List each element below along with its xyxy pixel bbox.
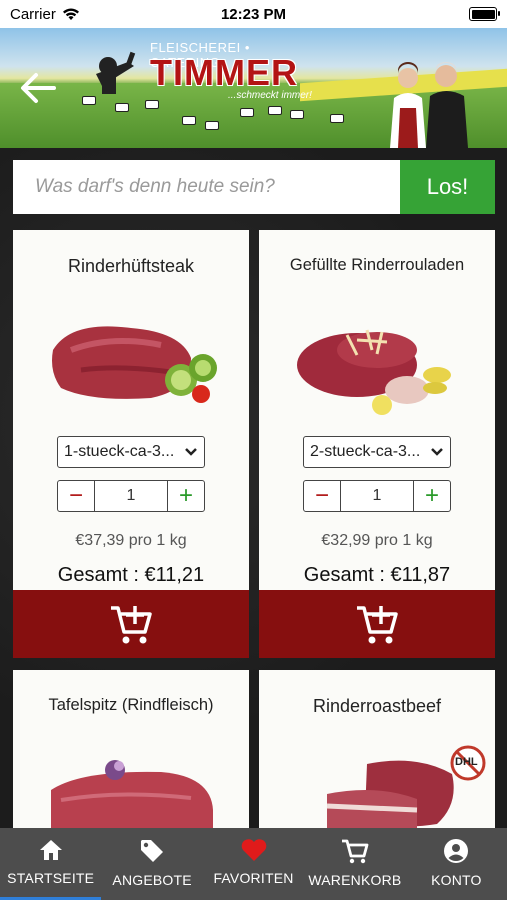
heart-icon <box>241 839 266 861</box>
product-card[interactable]: Tafelspitz (Rindfleisch) <box>13 670 249 828</box>
increase-quantity-button[interactable]: + <box>167 481 204 511</box>
quantity-stepper[interactable]: − 1 + <box>57 480 205 512</box>
logo-tagline: ...schmeckt immer! <box>228 90 312 101</box>
tab-label: STARTSEITE <box>7 870 95 886</box>
product-card[interactable]: Rinderroastbeef DHL <box>259 670 495 828</box>
cart-icon <box>341 839 369 864</box>
tab-angebote[interactable]: ANGEBOTE <box>101 828 202 900</box>
product-title: Rinderroastbeef <box>312 696 442 716</box>
search-bar: Los! <box>13 160 495 214</box>
home-icon <box>39 840 62 860</box>
tag-icon <box>141 840 164 862</box>
add-to-cart-icon <box>111 606 152 644</box>
product-title: Rinderhüftsteak <box>67 256 195 276</box>
add-to-cart-button[interactable] <box>259 590 495 658</box>
tab-bar: STARTSEITE ANGEBOTE FAVORITEN WARENKORB … <box>0 828 507 900</box>
tab-startseite[interactable]: STARTSEITE <box>0 828 102 900</box>
header-banner: FLEISCHEREI • CATERING TIMMER ...schmeck… <box>0 28 507 148</box>
product-card[interactable]: Gefüllte Rinderrouladen 2-stueck-ca-3...… <box>259 230 495 658</box>
total-price: Gesamt : €11,87 <box>303 564 451 586</box>
wifi-icon <box>62 8 79 20</box>
decrease-quantity-button[interactable]: − <box>304 481 341 511</box>
variant-select[interactable]: 2-stueck-ca-3... <box>303 436 451 468</box>
tab-label: ANGEBOTE <box>112 872 192 888</box>
owners-photo <box>390 62 468 148</box>
product-image <box>326 760 454 828</box>
battery-icon <box>469 7 500 21</box>
unit-price: €32,99 pro 1 kg <box>321 532 433 549</box>
tab-label: FAVORITEN <box>213 870 294 886</box>
logo-brand-name: TIMMER <box>150 52 298 93</box>
decrease-quantity-button[interactable]: − <box>58 481 95 511</box>
cow-figure <box>330 114 344 123</box>
back-arrow-icon[interactable] <box>18 68 58 108</box>
increase-quantity-button[interactable]: + <box>413 481 450 511</box>
add-to-cart-icon <box>357 606 398 644</box>
product-image <box>51 760 213 828</box>
tab-label: KONTO <box>431 872 482 888</box>
carrier-label: Carrier <box>10 5 56 23</box>
chevron-down-icon <box>431 448 443 456</box>
tab-warenkorb[interactable]: WARENKORB <box>304 828 405 900</box>
variant-select[interactable]: 1-stueck-ca-3... <box>57 436 205 468</box>
variant-select-value: 2-stueck-ca-3... <box>310 443 421 460</box>
product-image <box>52 326 217 403</box>
butcher-knife-icon <box>96 51 136 94</box>
quantity-value[interactable]: 1 <box>341 481 413 511</box>
tab-favoriten[interactable]: FAVORITEN <box>203 828 304 900</box>
unit-price: €37,39 pro 1 kg <box>75 532 187 549</box>
tab-label: WARENKORB <box>308 872 402 888</box>
add-to-cart-button[interactable] <box>13 590 249 658</box>
product-list[interactable]: Los! Rinderhüftsteak 1-stueck-ca-3... − … <box>0 148 507 828</box>
brand-logo: FLEISCHEREI • CATERING TIMMER ...schmeck… <box>88 38 318 118</box>
product-card[interactable]: Rinderhüftsteak 1-stueck-ca-3... − 1 + €… <box>13 230 249 658</box>
product-title: Gefüllte Rinderrouladen <box>289 256 465 274</box>
status-bar: Carrier 12:23 PM <box>0 0 507 28</box>
quantity-value[interactable]: 1 <box>95 481 167 511</box>
quantity-stepper[interactable]: − 1 + <box>303 480 451 512</box>
tab-konto[interactable]: KONTO <box>406 828 507 900</box>
total-price: Gesamt : €11,21 <box>57 564 205 586</box>
account-icon <box>444 839 469 863</box>
variant-select-value: 1-stueck-ca-3... <box>64 443 175 460</box>
cow-figure <box>205 121 219 130</box>
chevron-down-icon <box>185 448 197 456</box>
product-title: Tafelspitz (Rindfleisch) <box>48 696 214 714</box>
search-input[interactable] <box>13 160 400 214</box>
product-image <box>297 329 451 415</box>
search-submit-button[interactable]: Los! <box>400 160 495 214</box>
